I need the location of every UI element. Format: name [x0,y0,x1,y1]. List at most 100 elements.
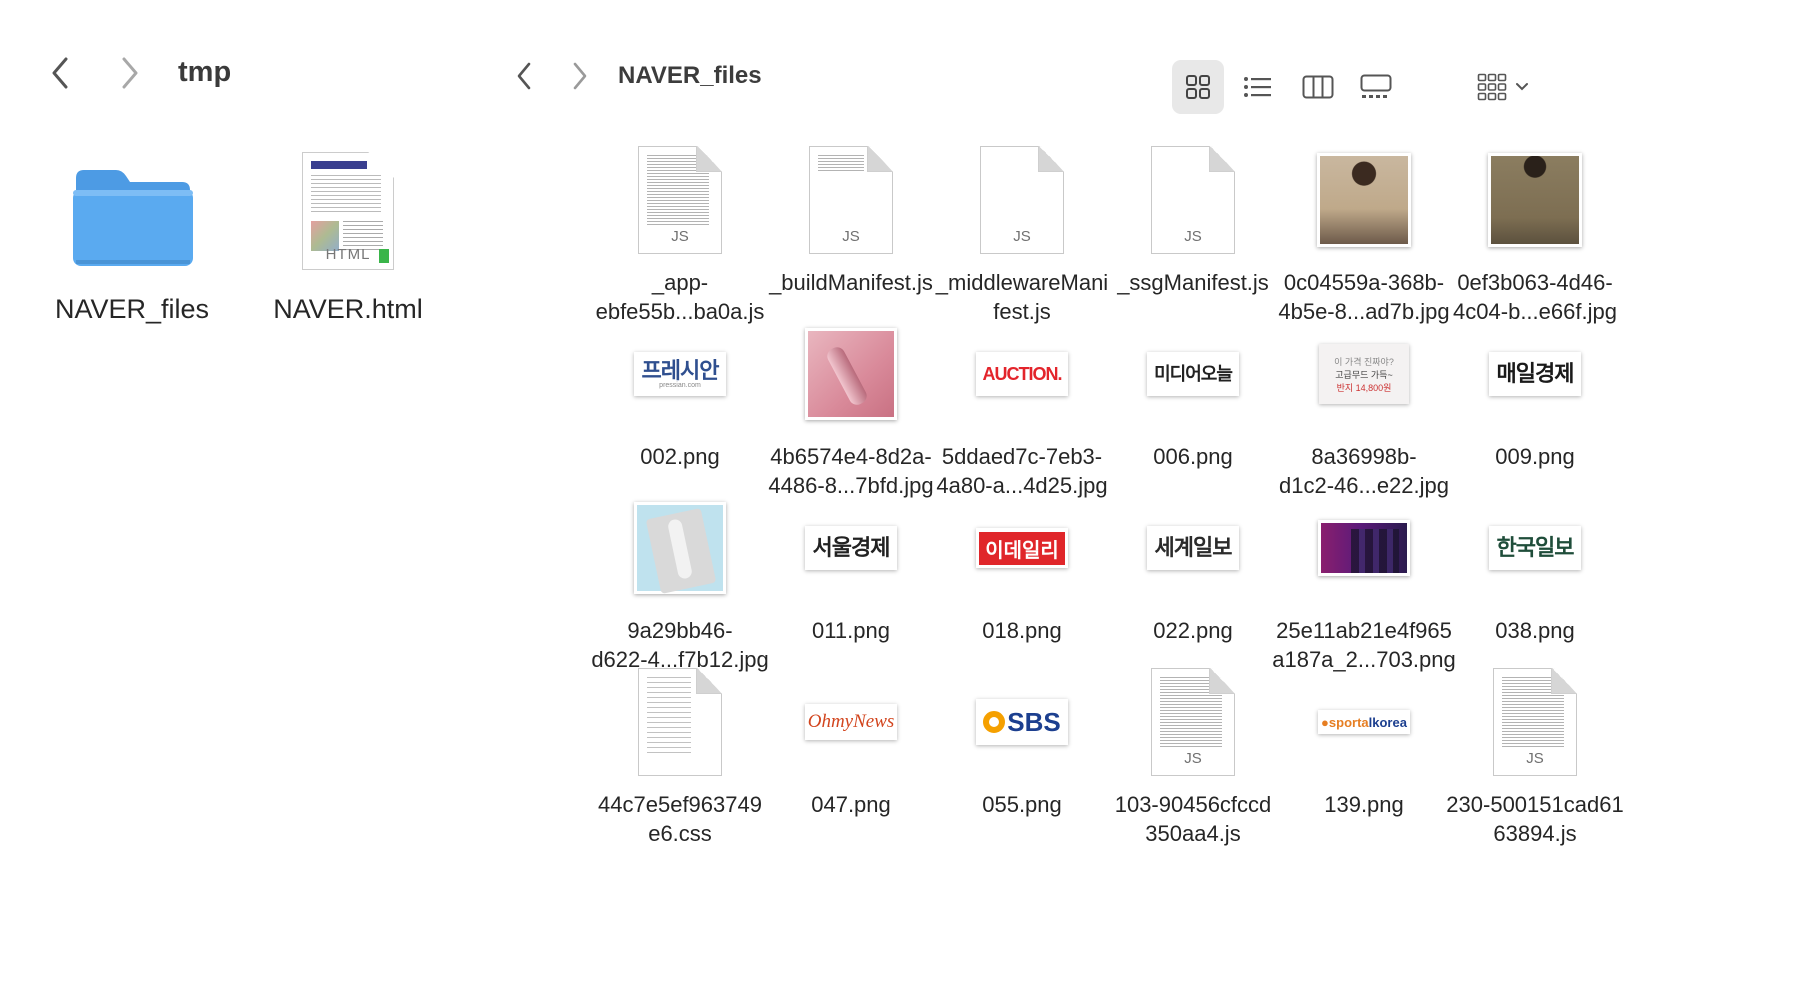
logo-thumbnail: 매일경제 [1489,352,1581,396]
file-item[interactable]: JS 103-90456cfccd 350aa4.js [1095,662,1291,862]
image-thumbnail [1318,520,1410,576]
logo-thumbnail: AUCTION. [976,352,1068,396]
back-button[interactable] [506,58,542,94]
js-document-icon: JS [980,146,1064,254]
file-thumbnail: 이 가격 진짜야? 고급무드 가득~ 반지 14,800원 [1266,314,1462,434]
list-view-button[interactable] [1232,60,1284,114]
file-thumbnail [753,314,949,434]
icon-view-button[interactable] [1172,60,1224,114]
file-thumbnail: JS [1095,662,1291,782]
js-document-icon: JS [809,146,893,254]
logo-thumbnail: 미디어오늘 [1147,352,1239,396]
logo-thumbnail: 이데일리 [976,528,1068,568]
list-icon [1244,77,1271,97]
file-type-badge: JS [842,228,860,245]
js-document-icon: JS [1151,668,1235,776]
logo-thumbnail: ●sporta lkorea [1318,710,1410,734]
file-name: 038.png [1431,616,1639,645]
file-name: 009.png [1431,442,1639,471]
logo-thumbnail: 세계일보 [1147,526,1239,570]
chevron-down-icon [1516,83,1528,91]
group-by-menu-button[interactable] [1468,60,1538,114]
file-thumbnail: 서울경제 [753,488,949,608]
file-item[interactable]: 25e11ab21e4f965 a187a_2...703.png [1266,488,1462,688]
file-thumbnail [582,488,778,608]
file-thumbnail: JS [753,140,949,260]
file-thumbnail: AUCTION. [924,314,1120,434]
file-item[interactable]: 이 가격 진짜야? 고급무드 가득~ 반지 14,800원 8a36998b-d1c2… [1266,314,1462,514]
file-item[interactable]: 44c7e5ef963749 e6.css [582,662,778,862]
file-name: 230-500151cad61 63894.js [1431,790,1639,848]
html-file-name: NAVER.html [273,294,423,324]
file-type-badge: JS [1184,228,1202,245]
file-thumbnail: 이데일리 [924,488,1120,608]
file-thumbnail: 프레시안 pressian.com [582,314,778,434]
image-thumbnail [1488,153,1582,247]
js-document-icon: JS [1151,146,1235,254]
file-thumbnail: JS [1095,140,1291,260]
file-item[interactable]: 매일경제 009.png [1437,314,1633,514]
file-item[interactable]: JS _middlewareMani fest.js [924,140,1120,340]
file-item[interactable]: 0ef3b063-4d46- 4c04-b...e66f.jpg [1437,140,1633,340]
columns-icon [1302,75,1334,99]
js-document-icon: JS [1493,668,1577,776]
html-document-icon: HTML [302,152,394,270]
file-type-badge: JS [1184,750,1202,767]
file-thumbnail: 매일경제 [1437,314,1633,434]
file-thumbnail: JS [582,140,778,260]
file-item[interactable]: 9a29bb46- d622-4...f7b12.jpg [582,488,778,688]
chevron-right-icon [573,62,587,90]
file-thumbnail [1266,140,1462,260]
logo-thumbnail: 프레시안 pressian.com [634,352,726,396]
folder-name: NAVER_files [54,294,210,324]
html-file-item[interactable]: HTML NAVER.html [228,120,468,325]
file-thumbnail: 세계일보 [1095,488,1291,608]
ad-banner-thumbnail: 이 가격 진짜야? 고급무드 가득~ 반지 14,800원 [1319,344,1409,404]
css-document-icon [638,668,722,776]
file-item[interactable]: 서울경제 011.png [753,488,949,688]
column-view-button[interactable] [1292,60,1344,114]
image-thumbnail [1317,153,1411,247]
chevron-left-icon [52,57,68,89]
js-document-icon: JS [638,146,722,254]
file-item[interactable]: OhmyNews 047.png [753,662,949,862]
file-item[interactable]: AUCTION. 5ddaed7c-7eb3- 4a80-a...4d25.jpg [924,314,1120,514]
window-title: NAVER_files [618,62,762,89]
left-finder-pane: tmp NAVER_files HTML NAVER.html [0,0,580,998]
group-grid-icon [1477,73,1507,101]
file-thumbnail: SBS [924,662,1120,782]
file-thumbnail: ●sporta lkorea [1266,662,1462,782]
gallery-view-button[interactable] [1350,60,1402,114]
file-name-line-2: 63894.js [1493,821,1577,846]
logo-thumbnail: OhmyNews [805,704,897,740]
logo-thumbnail: 서울경제 [805,526,897,570]
forward-button[interactable] [562,58,598,94]
file-thumbnail [1437,140,1633,260]
file-name-line-1: 230-500151cad61 [1446,792,1624,817]
back-button[interactable] [42,55,78,91]
logo-thumbnail: SBS [976,699,1068,745]
gallery-icon [1360,74,1392,98]
forward-button[interactable] [112,55,148,91]
file-thumbnail [1266,488,1462,608]
html-badge: HTML [325,246,371,263]
file-item[interactable]: 이데일리 018.png [924,488,1120,688]
file-thumbnail: 한국일보 [1437,488,1633,608]
file-type-badge: JS [1526,750,1544,767]
file-item[interactable]: JS _app-ebfe55b...ba0a.js [582,140,778,340]
image-thumbnail [805,328,897,420]
chevron-left-icon [517,62,531,90]
file-item[interactable]: JS 230-500151cad61 63894.js [1437,662,1633,862]
file-thumbnail: OhmyNews [753,662,949,782]
file-name-line-1: 009.png [1495,444,1575,469]
file-thumbnail: JS [1437,662,1633,782]
file-type-badge: JS [1013,228,1031,245]
file-thumbnail: JS [924,140,1120,260]
window-title: tmp [178,56,232,88]
logo-thumbnail: 한국일보 [1489,526,1581,570]
file-thumbnail: 미디어오늘 [1095,314,1291,434]
icon-grid-icon [1186,75,1210,99]
folder-item[interactable]: NAVER_files [12,120,252,325]
file-item[interactable]: 한국일보 038.png [1437,488,1633,688]
folder-icon [73,170,193,266]
